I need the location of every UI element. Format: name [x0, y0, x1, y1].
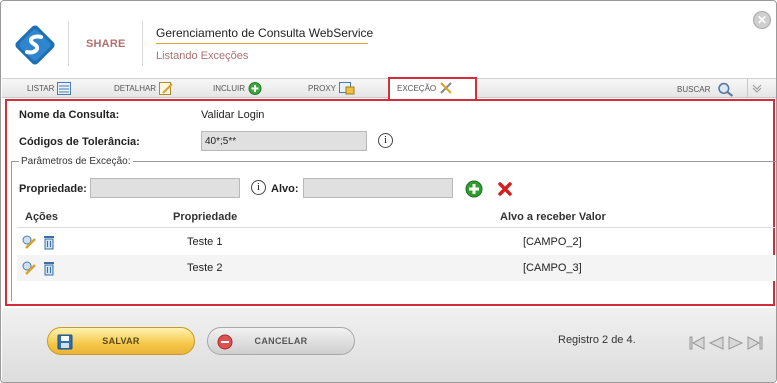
chevron-down-icon[interactable]	[751, 82, 763, 94]
tab-excecao[interactable]: EXCEÇÃO	[397, 82, 455, 95]
brand-name: SHARE	[86, 38, 126, 50]
page-subtitle: Listando Exceções	[156, 50, 249, 62]
edit-icon[interactable]	[21, 234, 37, 250]
trash-icon[interactable]	[41, 260, 57, 276]
column-header-acoes: Ações	[25, 211, 59, 223]
row-alvo: [CAMPO_2]	[523, 236, 582, 248]
title-underline	[156, 43, 368, 44]
info-icon[interactable]: i	[251, 180, 266, 195]
propriedade-input[interactable]	[90, 178, 240, 198]
search-button[interactable]: BUSCAR	[677, 82, 735, 97]
proxy-icon	[339, 82, 355, 95]
tab-incluir[interactable]: INCLUIR	[213, 82, 262, 95]
row-alvo: [CAMPO_3]	[523, 262, 582, 274]
record-counter: Registro 2 de 4.	[558, 334, 636, 346]
propriedade-label: Propriedade:	[19, 183, 87, 195]
table-header-divider	[17, 227, 775, 228]
close-button[interactable]: ✕	[753, 11, 771, 29]
cancel-label: CANCELAR	[254, 336, 308, 346]
list-icon	[57, 82, 72, 95]
alvo-label: Alvo:	[271, 183, 299, 195]
save-button[interactable]: SALVAR	[47, 327, 195, 355]
toolbar-divider	[747, 79, 748, 97]
save-label: SALVAR	[102, 336, 140, 346]
previous-page-icon[interactable]	[708, 335, 725, 351]
codigos-tolerancia-label: Códigos de Tolerância:	[19, 136, 140, 148]
row-propriedade: Teste 2	[187, 262, 223, 274]
dialog-window: SHARE Gerenciamento de Consulta WebServi…	[0, 0, 777, 383]
table-row[interactable]: Teste 1 [CAMPO_2]	[17, 229, 775, 255]
header-divider	[142, 21, 143, 66]
tab-listar[interactable]: LISTAR	[27, 82, 72, 95]
search-icon	[718, 82, 734, 97]
tab-listar-label: LISTAR	[27, 84, 55, 93]
tab-incluir-label: INCLUIR	[213, 84, 246, 93]
row-propriedade: Teste 1	[187, 236, 223, 248]
search-label: BUSCAR	[677, 85, 711, 94]
header: SHARE Gerenciamento de Consulta WebServi…	[1, 1, 776, 77]
add-icon[interactable]	[465, 180, 483, 198]
table-row[interactable]: Teste 2 [CAMPO_3]	[17, 255, 775, 281]
delete-icon[interactable]	[497, 181, 513, 197]
tab-proxy[interactable]: PROXY	[308, 82, 355, 95]
alvo-input[interactable]	[303, 178, 453, 198]
excecao-legend: Parâmetros de Exceção:	[19, 156, 133, 167]
first-page-icon[interactable]	[689, 335, 706, 351]
tab-detalhar[interactable]: DETALHAR	[114, 82, 173, 95]
edit-icon[interactable]	[21, 260, 37, 276]
nome-consulta-value: Validar Login	[201, 109, 265, 121]
header-divider	[68, 21, 69, 66]
tab-excecao-label: EXCEÇÃO	[397, 84, 437, 93]
tab-detalhar-label: DETALHAR	[114, 84, 157, 93]
add-icon	[248, 82, 262, 95]
codigos-tolerancia-input[interactable]: 40*;5**	[201, 131, 367, 151]
cancel-button[interactable]: CANCELAR	[207, 327, 355, 355]
column-header-alvo: Alvo a receber Valor	[500, 211, 606, 223]
tools-icon	[440, 82, 452, 94]
exception-panel: Nome da Consulta: Validar Login Códigos …	[5, 99, 776, 306]
edit-icon	[159, 82, 173, 95]
info-icon[interactable]: i	[378, 133, 393, 148]
share-logo-icon	[15, 25, 55, 65]
nome-consulta-label: Nome da Consulta:	[19, 109, 120, 121]
column-header-propriedade: Propriedade	[173, 211, 238, 223]
trash-icon[interactable]	[41, 234, 57, 250]
tab-proxy-label: PROXY	[308, 84, 337, 93]
next-page-icon[interactable]	[727, 335, 744, 351]
page-title: Gerenciamento de Consulta WebService	[156, 26, 374, 40]
last-page-icon[interactable]	[746, 335, 763, 351]
